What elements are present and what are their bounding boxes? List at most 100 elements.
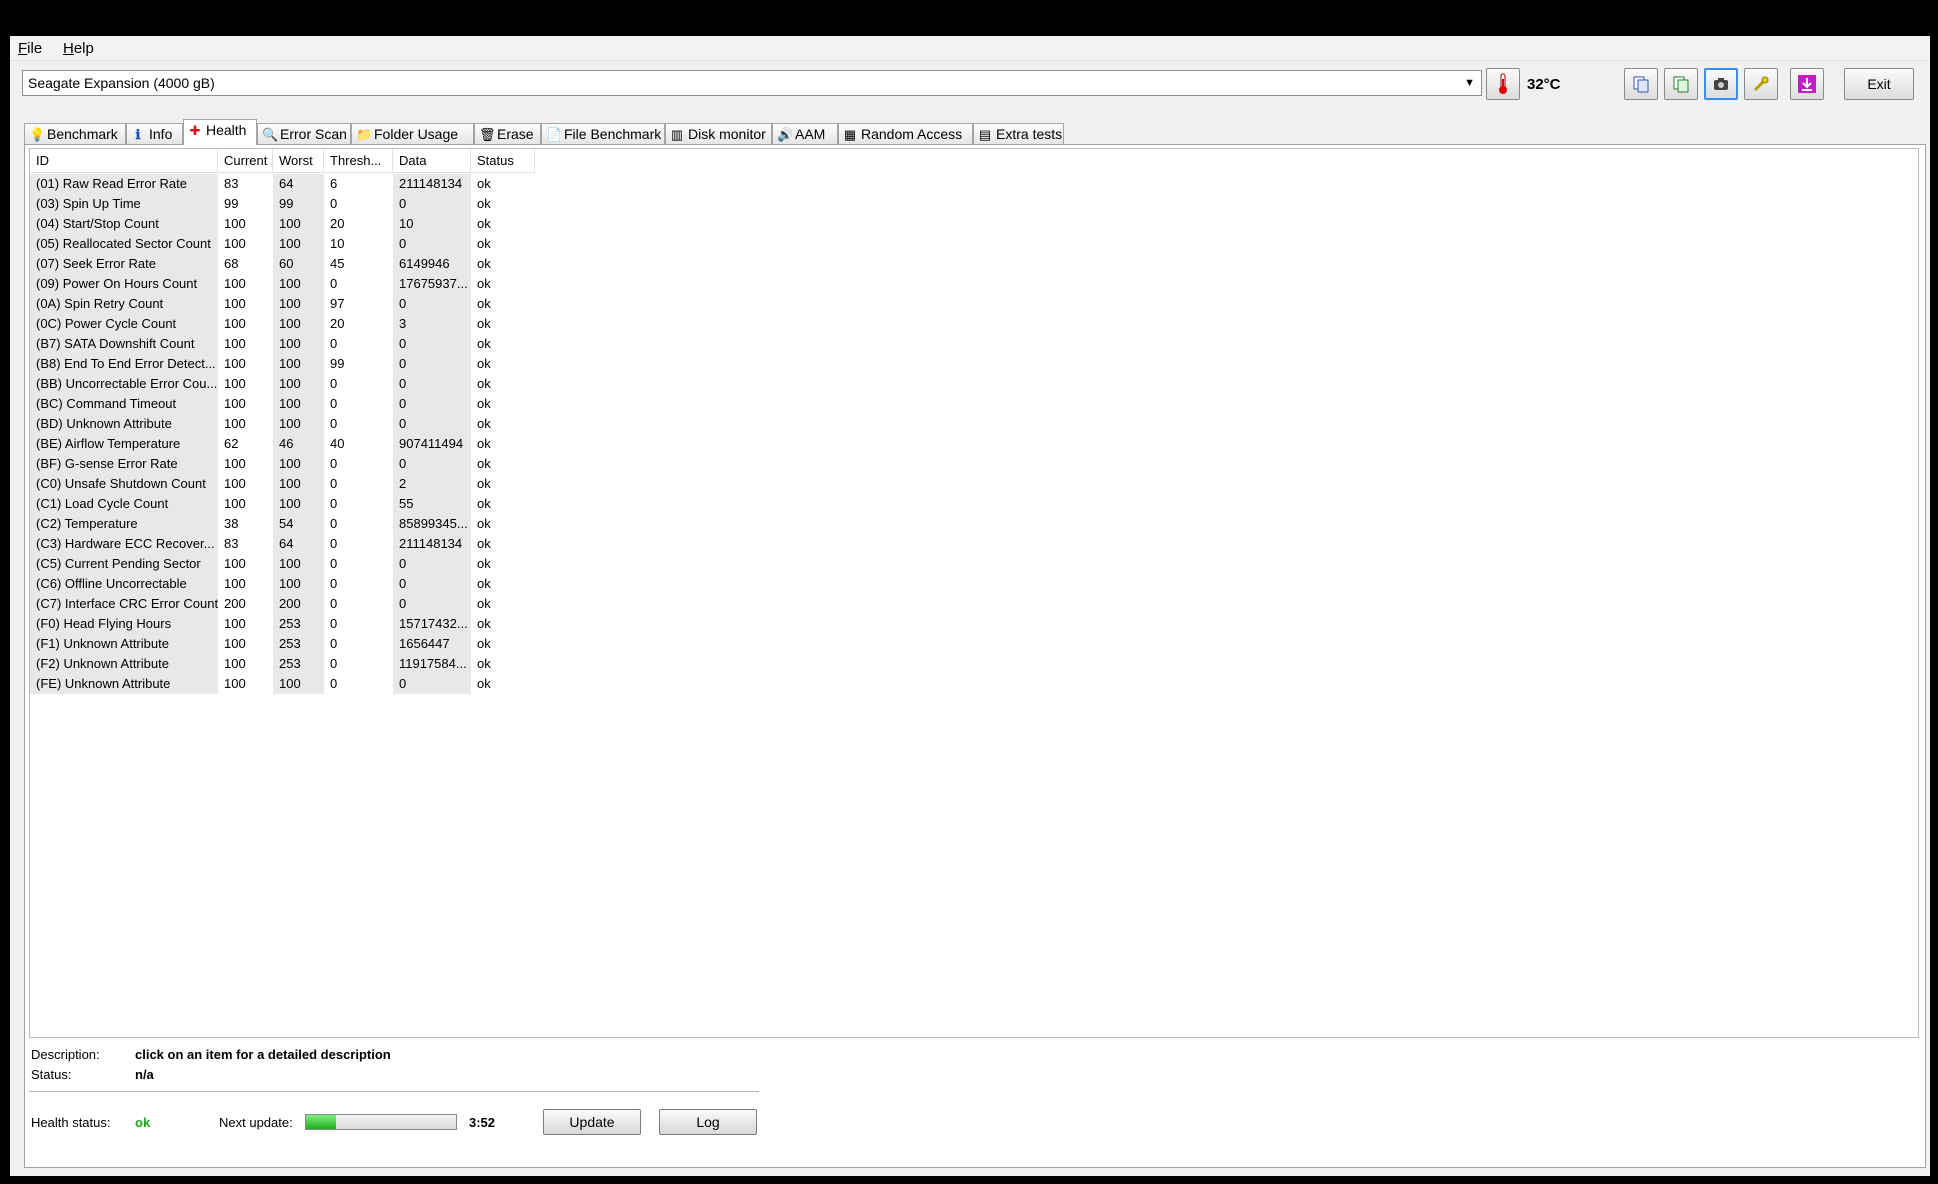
chevron-down-icon[interactable]: ▼ (1464, 71, 1475, 95)
table-cell: (C1) Load Cycle Count (30, 494, 218, 514)
table-cell: 100 (273, 674, 324, 694)
table-cell: ok (477, 556, 491, 571)
table-row[interactable]: (F2) Unknown Attribute 100 253 0 11917584...… (30, 654, 590, 674)
table-row[interactable]: (03) Spin Up Time 99 99 0 0 ok (30, 194, 590, 214)
column-header[interactable]: Current (218, 149, 273, 173)
table-row[interactable]: (B8) End To End Error Detect... 100 100 99 0… (30, 354, 590, 374)
update-button[interactable]: Update (543, 1109, 641, 1135)
table-row[interactable]: (FE) Unknown Attribute 100 100 0 0 ok (30, 674, 590, 694)
table-row[interactable]: (F0) Head Flying Hours 100 253 0 15717432...… (30, 614, 590, 634)
table-cell: ok (477, 536, 491, 551)
tab-health[interactable]: ✚ Health (183, 119, 257, 145)
table-cell: 99 (224, 196, 239, 211)
table-cell: 200 (224, 596, 246, 611)
tab-erase[interactable]: 🗑Erase (474, 123, 541, 145)
table-row[interactable]: (0C) Power Cycle Count 100 100 20 3 ok (30, 314, 590, 334)
save-button[interactable] (1790, 68, 1824, 100)
log-button[interactable]: Log (659, 1109, 757, 1135)
table-row[interactable]: (05) Reallocated Sector Count 100 100 10 0 ok (30, 234, 590, 254)
table-row[interactable]: (C7) Interface CRC Error Count 200 200 0 0 ok (30, 594, 590, 614)
table-cell: (BC) Command Timeout (30, 394, 218, 414)
table-cell: 100 (224, 676, 246, 691)
menu-file[interactable]: File (18, 40, 42, 57)
tab-extra-tests[interactable]: ▤ Extra tests (973, 123, 1064, 145)
column-header[interactable]: Thresh... (324, 149, 393, 173)
table-cell: (F0) Head Flying Hours (30, 614, 218, 634)
table-cell: 100 (273, 574, 324, 594)
table-row[interactable]: (04) Start/Stop Count 100 100 20 10 ok (30, 214, 590, 234)
column-header[interactable]: ID (30, 149, 218, 173)
table-cell: ok (477, 296, 491, 311)
table-row[interactable]: (BE) Airflow Temperature 62 46 40 907411494 o… (30, 434, 590, 454)
tab-disk-monitor[interactable]: ▥ Disk monitor (665, 123, 772, 145)
table-row[interactable]: (C3) Hardware ECC Recover... 83 64 0 2111481… (30, 534, 590, 554)
table-cell: ok (477, 236, 491, 251)
next-update-progress-bar (305, 1114, 457, 1130)
table-row[interactable]: (C0) Unsafe Shutdown Count 100 100 0 2 ok (30, 474, 590, 494)
table-row[interactable]: (C2) Temperature 38 54 0 85899345... ok (30, 514, 590, 534)
table-row[interactable]: (BD) Unknown Attribute 100 100 0 0 ok (30, 414, 590, 434)
table-cell: ok (477, 476, 491, 491)
tab-aam[interactable]: 🔊 AAM (772, 123, 838, 145)
screenshot-button[interactable] (1704, 68, 1738, 100)
tab-folder-usage[interactable]: 📁 Folder Usage (351, 123, 474, 145)
table-cell: (07) Seek Error Rate (30, 254, 218, 274)
table-row[interactable]: (07) Seek Error Rate 68 60 45 6149946 ok (30, 254, 590, 274)
options-button[interactable] (1744, 68, 1778, 100)
tab-benchmark[interactable]: 💡 Benchmark (24, 123, 126, 145)
table-cell: 100 (273, 354, 324, 374)
red-cross-icon: ✚ (189, 123, 201, 138)
copy-image-icon (1673, 76, 1689, 93)
table-cell: 100 (224, 316, 246, 331)
tab-error-scan[interactable]: 🔍 Error Scan (257, 123, 351, 145)
copy-text-button[interactable] (1624, 68, 1658, 100)
table-cell: 0 (330, 636, 338, 651)
table-cell: 100 (273, 294, 324, 314)
table-cell: 100 (273, 494, 324, 514)
table-row[interactable]: (01) Raw Read Error Rate 83 64 6 211148134 ok (30, 174, 590, 194)
temperature-button[interactable] (1486, 68, 1520, 100)
table-row[interactable]: (C5) Current Pending Sector 100 100 0 0 ok (30, 554, 590, 574)
table-cell: 6 (330, 176, 338, 191)
table-cell: 211148134 (393, 534, 471, 554)
table-cell: ok (477, 676, 491, 691)
table-row[interactable]: (BF) G-sense Error Rate 100 100 0 0 ok (30, 454, 590, 474)
table-cell: 0 (330, 336, 338, 351)
table-row[interactable]: (B7) SATA Downshift Count 100 100 0 0 ok (30, 334, 590, 354)
table-row[interactable]: (09) Power On Hours Count 100 100 0 17675937… (30, 274, 590, 294)
smart-attribute-list[interactable]: ID Current Worst Thresh... Data Status (01) Ra… (29, 148, 1919, 1038)
exit-button[interactable]: Exit (1844, 68, 1914, 100)
table-cell: 100 (224, 476, 246, 491)
table-cell: (B8) End To End Error Detect... (30, 354, 218, 374)
table-cell: 0 (393, 374, 471, 394)
column-header[interactable]: Worst (273, 149, 324, 173)
table-cell: (09) Power On Hours Count (30, 274, 218, 294)
tab-random-access[interactable]: ▦ Random Access (838, 123, 973, 145)
table-row[interactable]: (BC) Command Timeout 100 100 0 0 ok (30, 394, 590, 414)
table-row[interactable]: (C6) Offline Uncorrectable 100 100 0 0 ok (30, 574, 590, 594)
table-row[interactable]: (BB) Uncorrectable Error Cou... 100 100 0 0 o… (30, 374, 590, 394)
table-cell: ok (477, 396, 491, 411)
table-cell: 0 (330, 396, 338, 411)
table-cell: 907411494 (393, 434, 471, 454)
copy-image-button[interactable] (1664, 68, 1698, 100)
tab-label: File Benchmark (564, 126, 662, 142)
table-cell: 1656447 (393, 634, 471, 654)
drive-select[interactable]: Seagate Expansion (4000 gB) ▼ (22, 70, 1482, 96)
column-header[interactable]: Status (471, 149, 535, 173)
table-cell: 0 (330, 496, 338, 511)
column-header[interactable]: Data (393, 149, 471, 173)
table-cell: 100 (273, 374, 324, 394)
table-cell: 55 (393, 494, 471, 514)
health-panel: ID Current Worst Thresh... Data Status (01) Ra… (24, 144, 1926, 1168)
table-row[interactable]: (F1) Unknown Attribute 100 253 0 1656447 ok (30, 634, 590, 654)
scatter-icon: ▦ (843, 127, 857, 142)
table-cell: (C6) Offline Uncorrectable (30, 574, 218, 594)
table-row[interactable]: (C1) Load Cycle Count 100 100 0 55 ok (30, 494, 590, 514)
table-cell: 0 (393, 354, 471, 374)
menu-help[interactable]: Help (63, 40, 94, 57)
table-row[interactable]: (0A) Spin Retry Count 100 100 97 0 ok (30, 294, 590, 314)
table-cell: (F1) Unknown Attribute (30, 634, 218, 654)
tab-file-benchmark[interactable]: 📄 File Benchmark (541, 123, 665, 145)
tab-info[interactable]: ℹ Info (126, 123, 183, 145)
